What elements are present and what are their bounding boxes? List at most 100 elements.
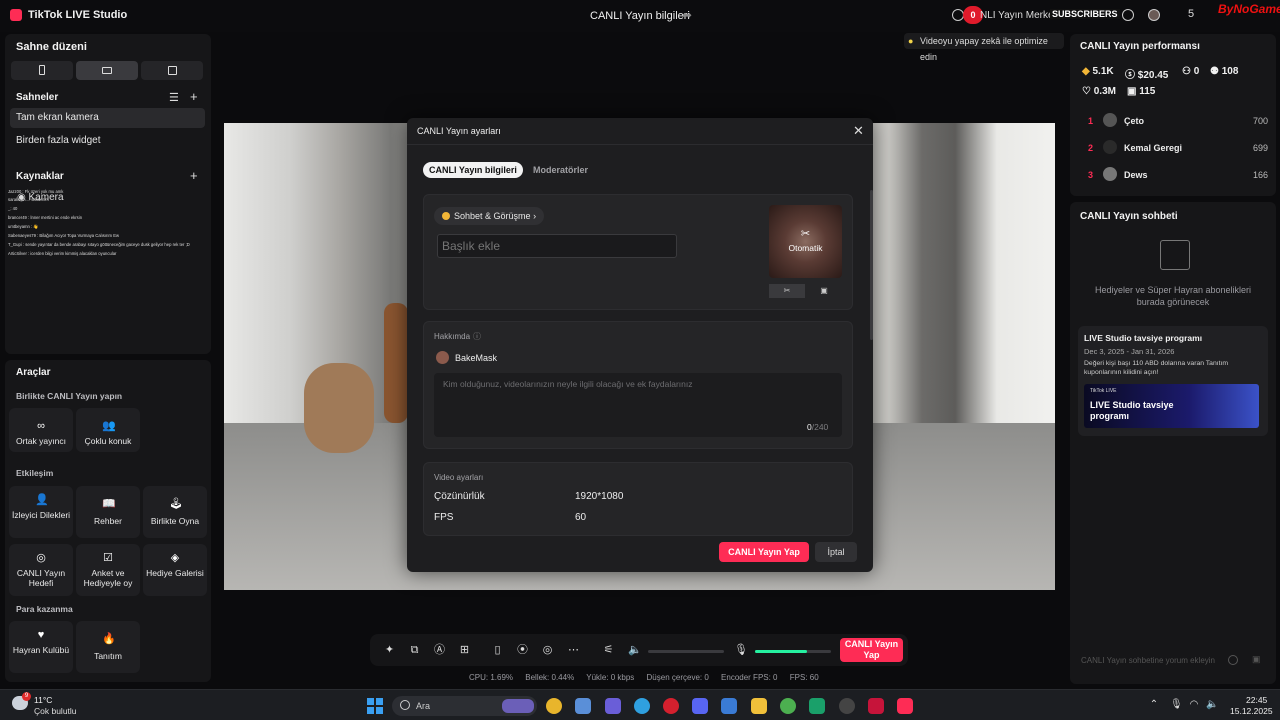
mail-icon[interactable] <box>721 698 737 714</box>
rank-name[interactable]: Çeto <box>1124 116 1144 126</box>
layout-portrait-button[interactable] <box>11 61 73 80</box>
poll-icon: ☑ <box>103 552 113 564</box>
resolution-label: Çözünürlük <box>434 491 485 502</box>
scrollbar[interactable] <box>870 190 873 340</box>
stat-value: 0 <box>1193 66 1200 77</box>
thumbnail-image-tab[interactable]: ▣ <box>806 284 842 298</box>
effects-icon[interactable]: ⧉ <box>408 644 421 657</box>
tiktok-live-icon[interactable] <box>897 698 913 714</box>
stat-likes: ♡ 0.3M <box>1082 86 1116 97</box>
stat-viewers: ⚇ 0 <box>1182 66 1199 77</box>
avatar[interactable] <box>1148 9 1160 21</box>
mic-tray-icon[interactable]: 🎙 <box>1170 699 1183 711</box>
media-icon[interactable]: ⊞ <box>458 644 471 657</box>
live-settings-modal: CANLI Yayın ayarları ✕ CANLI Yayın bilgi… <box>407 118 873 572</box>
promo-banner[interactable]: TikTok LIVE LIVE Studio tavsiye programı <box>1084 384 1259 428</box>
layout-dual-button[interactable] <box>141 61 203 80</box>
tip-text: Videoyu yapay zekâ ile optimize edin <box>920 36 1048 62</box>
obs-icon[interactable] <box>839 698 855 714</box>
emoji-icon[interactable] <box>1228 655 1238 665</box>
volume-slider[interactable] <box>648 650 724 653</box>
volume-icon[interactable]: 🔈 <box>1206 699 1218 711</box>
tool-poll[interactable]: ☑ Anket ve Hediyeyle oy <box>76 544 140 596</box>
tool-gift-gallery[interactable]: ◈ Hediye Galerisi <box>143 544 207 596</box>
tool-promote[interactable]: 🔥 Tanıtım <box>76 621 140 673</box>
fps-value[interactable]: 60 <box>575 512 586 523</box>
clock-date[interactable]: 15.12.2025 <box>1230 706 1273 716</box>
file-explorer-icon[interactable] <box>575 698 591 714</box>
more-icon[interactable]: ⋯ <box>567 644 580 657</box>
tool-cohost[interactable]: ∞ Ortak yayıncı <box>9 408 73 452</box>
image-icon[interactable]: ▣ <box>1252 654 1261 665</box>
wifi-icon[interactable]: ◠ <box>1188 699 1200 711</box>
go-live-button[interactable]: CANLI Yayın Yap <box>840 638 903 662</box>
live-center-link[interactable]: NLI Yayın Merkez <box>980 10 1059 21</box>
camera-settings-icon[interactable]: ◎ <box>541 644 554 657</box>
tool-live-goal[interactable]: ◎ CANLI Yayın Hedefi <box>9 544 73 596</box>
resolution-value[interactable]: 1920*1080 <box>575 491 623 502</box>
teams-icon[interactable] <box>605 698 621 714</box>
performance-title: CANLI Yayın performansı <box>1080 41 1200 52</box>
folder-icon[interactable] <box>751 698 767 714</box>
layout-landscape-button[interactable] <box>76 61 138 80</box>
scene-item[interactable]: Tam ekran kamera <box>10 108 205 128</box>
tool-fan-club[interactable]: ♥ Hayran Kulübü <box>9 621 73 673</box>
youtube-icon[interactable] <box>868 698 884 714</box>
microphone-icon[interactable]: 🎙 <box>734 644 748 657</box>
app-icon[interactable] <box>809 698 825 714</box>
fps-label: FPS <box>434 512 454 523</box>
tool-multi-guest[interactable]: 👥 Çoklu konuk <box>76 408 140 452</box>
go-live-button[interactable]: CANLI Yayın Yap <box>719 542 809 562</box>
tool-viewer-wishes[interactable]: 👤 İzleyici Dilekleri <box>9 486 73 538</box>
opera-icon[interactable] <box>663 698 679 714</box>
tool-guide[interactable]: 📖 Rehber <box>76 486 140 538</box>
record-icon[interactable]: ⦿ <box>516 644 529 657</box>
sources-title: Kaynaklar <box>16 171 64 182</box>
ai-optimize-tip[interactable]: ● Videoyu yapay zekâ ile optimize edin <box>904 33 1064 62</box>
chevron-up-icon[interactable]: ⌃ <box>1148 699 1160 711</box>
chat-line: ArticSilver : icerden bilgi verim kimmiş… <box>8 251 117 256</box>
close-icon[interactable]: ✕ <box>853 123 864 139</box>
chrome-alt-icon[interactable] <box>780 698 796 714</box>
cancel-button[interactable]: İptal <box>815 542 857 562</box>
magic-wand-icon[interactable]: ✦ <box>383 644 396 657</box>
stats-bar: CPU: 1.69% Bellek: 0.44% Yükle: 0 kbps D… <box>469 673 829 682</box>
list-icon[interactable]: ☰ <box>169 91 179 104</box>
info-icon[interactable]: ⓘ <box>473 331 481 342</box>
clock-time[interactable]: 22:45 <box>1246 695 1267 705</box>
promo-card[interactable]: LIVE Studio tavsiye programı Dec 3, 2025… <box>1078 326 1268 436</box>
mic-slider[interactable] <box>755 650 831 653</box>
add-source-icon[interactable]: + <box>190 168 198 183</box>
phone-icon[interactable]: ▯ <box>491 644 504 657</box>
discord-icon[interactable] <box>692 698 708 714</box>
chat-title: CANLI Yayın sohbeti <box>1080 211 1178 222</box>
subscribers-overlay: SUBSCRIBERS <box>1050 9 1120 19</box>
chat-line: sarakırım...: sarakırım <box>8 197 49 202</box>
tab-live-info[interactable]: CANLI Yayın bilgileri <box>423 162 523 178</box>
title-input[interactable] <box>437 234 677 258</box>
scene-item[interactable]: Birden fazla widget <box>10 131 205 151</box>
title-bar: TikTok LIVE Studio CANLI Yayın bilgileri… <box>0 0 1280 32</box>
ai-icon[interactable]: Ⓐ <box>433 644 446 657</box>
category-selector[interactable]: Sohbet & Görüşme › <box>434 207 545 225</box>
cover-thumbnail[interactable]: ✂ Otomatik <box>769 205 842 278</box>
settings-icon[interactable] <box>1122 9 1134 21</box>
tool-play-together[interactable]: 🕹 Birlikte Oyna <box>143 486 207 538</box>
gift-icon <box>1160 240 1190 270</box>
add-scene-icon[interactable]: + <box>190 89 198 104</box>
promo-brand: TikTok LIVE <box>1090 388 1117 394</box>
edge-icon[interactable] <box>634 698 650 714</box>
chrome-icon[interactable] <box>546 698 562 714</box>
rank-name[interactable]: Dews <box>1124 170 1148 180</box>
weather-temp[interactable]: 11°C <box>34 695 52 705</box>
weather-desc[interactable]: Çok bulutlu <box>34 706 77 716</box>
tab-moderators[interactable]: Moderatörler <box>527 162 594 178</box>
mixer-icon[interactable]: ⚟ <box>602 644 615 657</box>
windows-start-icon[interactable] <box>367 698 383 714</box>
chat-input[interactable]: CANLI Yayın sohbetine yorum ekleyin <box>1078 652 1268 670</box>
thumbnail-cut-tab[interactable]: ✂ <box>769 284 805 298</box>
landscape-icon <box>102 67 112 74</box>
rank-name[interactable]: Kemal Geregi <box>1124 143 1182 153</box>
speaker-icon[interactable]: 🔈 <box>628 644 642 657</box>
share-icon[interactable]: ➦ <box>682 8 692 22</box>
